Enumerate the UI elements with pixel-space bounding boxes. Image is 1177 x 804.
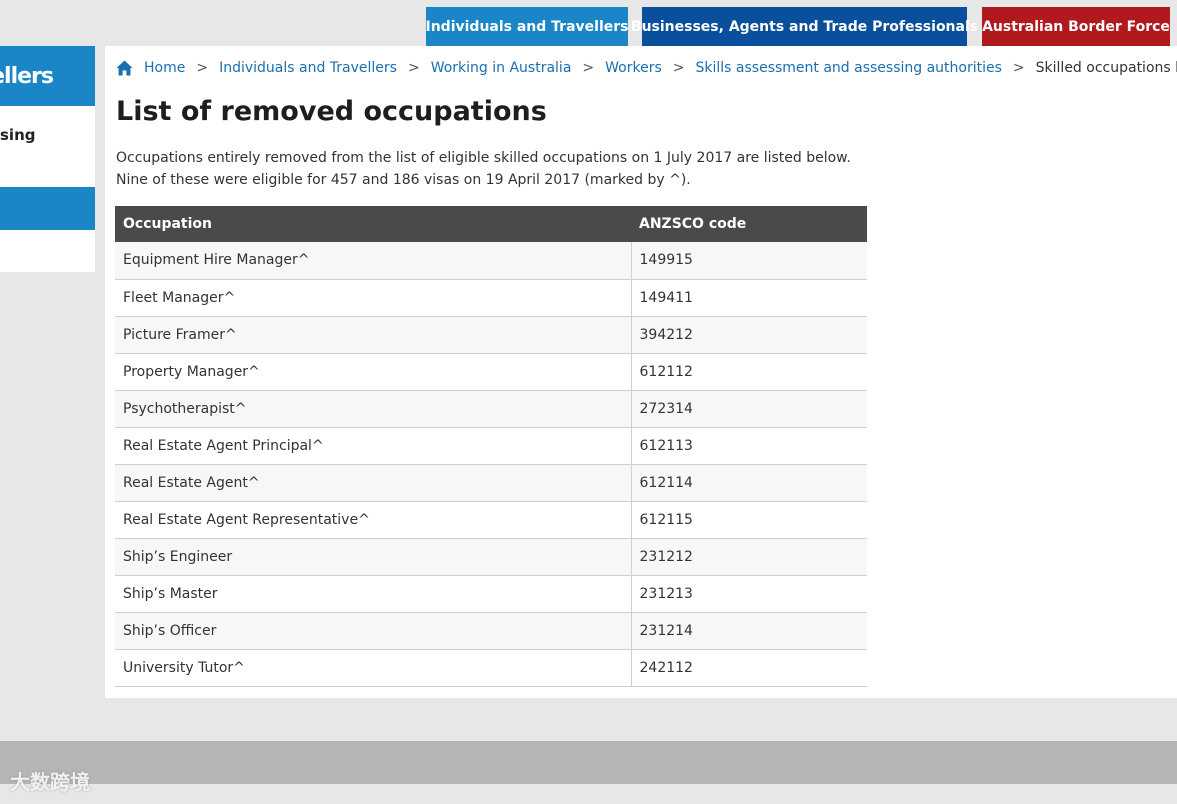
intro-paragraph: Occupations entirely removed from the li… <box>116 150 851 188</box>
occupation-cell: Ship’s Officer <box>115 612 632 650</box>
breadcrumb-separator: > <box>672 60 685 76</box>
occupation-cell: Real Estate Agent Principal^ <box>115 427 632 465</box>
top-navigation: Individuals and Travellers Businesses, A… <box>0 7 1177 46</box>
column-header-anzsco-code: ANZSCO code <box>631 206 867 242</box>
occupation-cell: Real Estate Agent^ <box>115 464 632 502</box>
footer-band <box>0 741 1177 784</box>
tab-businesses-agents-trade[interactable]: Businesses, Agents and Trade Professiona… <box>631 7 978 46</box>
occupations-table: Occupation ANZSCO code Equipment Hire Ma… <box>115 206 867 687</box>
breadcrumb-separator: > <box>582 60 595 76</box>
table-row: Ship’s Officer 231214 <box>115 612 867 650</box>
table-row: Property Manager^ 612112 <box>115 353 867 391</box>
tab-individuals-and-travellers[interactable]: Individuals and Travellers <box>426 7 629 46</box>
table-row: Psychotherapist^ 272314 <box>115 390 867 428</box>
anzsco-code-cell: 231212 <box>631 538 867 576</box>
side-navigation-item[interactable]: sing <box>0 126 95 144</box>
table-row: Ship’s Master 231213 <box>115 575 867 613</box>
table-body: Equipment Hire Manager^ 149915 Fleet Manag… <box>115 242 867 687</box>
anzsco-code-cell: 149915 <box>631 242 867 280</box>
occupation-cell: Property Manager^ <box>115 353 632 391</box>
table-row: Real Estate Agent Representative^ 612115 <box>115 501 867 539</box>
table-header-row: Occupation ANZSCO code <box>115 206 867 242</box>
breadcrumb-separator: > <box>407 60 420 76</box>
home-icon[interactable] <box>116 60 133 76</box>
anzsco-code-cell: 231214 <box>631 612 867 650</box>
breadcrumb-skills-assessment[interactable]: Skills assessment and assessing authorit… <box>696 60 1002 76</box>
table-row: University Tutor^ 242112 <box>115 649 867 687</box>
side-navigation-title[interactable]: vellers <box>0 46 95 106</box>
table-row: Real Estate Agent^ 612114 <box>115 464 867 502</box>
main-content: Home > Individuals and Travellers > Work… <box>105 46 1177 698</box>
breadcrumb-separator: > <box>196 60 209 76</box>
occupation-cell: Ship’s Master <box>115 575 632 613</box>
occupation-cell: University Tutor^ <box>115 649 632 687</box>
anzsco-code-cell: 242112 <box>631 649 867 687</box>
tab-australian-border-force[interactable]: Australian Border Force <box>982 7 1170 46</box>
occupation-cell: Real Estate Agent Representative^ <box>115 501 632 539</box>
anzsco-code-cell: 612115 <box>631 501 867 539</box>
watermark-logo: 大数跨境 <box>10 770 90 794</box>
page-title: List of removed occupations <box>116 96 547 127</box>
table-row: Equipment Hire Manager^ 149915 <box>115 242 867 280</box>
occupation-cell: Fleet Manager^ <box>115 279 632 317</box>
column-header-occupation: Occupation <box>115 206 631 242</box>
breadcrumb-individuals-and-travellers[interactable]: Individuals and Travellers <box>219 60 397 76</box>
occupation-cell: Equipment Hire Manager^ <box>115 242 632 280</box>
anzsco-code-cell: 612114 <box>631 464 867 502</box>
anzsco-code-cell: 612112 <box>631 353 867 391</box>
breadcrumb-home[interactable]: Home <box>144 60 185 76</box>
anzsco-code-cell: 272314 <box>631 390 867 428</box>
anzsco-code-cell: 394212 <box>631 316 867 354</box>
table-row: Fleet Manager^ 149411 <box>115 279 867 317</box>
occupation-cell: Ship’s Engineer <box>115 538 632 576</box>
breadcrumb: Home > Individuals and Travellers > Work… <box>116 58 1177 78</box>
footer-bottom <box>0 784 1177 804</box>
occupation-cell: Picture Framer^ <box>115 316 632 354</box>
anzsco-code-cell: 612113 <box>631 427 867 465</box>
table-row: Real Estate Agent Principal^ 612113 <box>115 427 867 465</box>
table-row: Picture Framer^ 394212 <box>115 316 867 354</box>
breadcrumb-separator: > <box>1012 60 1025 76</box>
anzsco-code-cell: 231213 <box>631 575 867 613</box>
side-navigation: vellers sing <box>0 46 95 272</box>
breadcrumb-workers[interactable]: Workers <box>605 60 662 76</box>
breadcrumb-working-in-australia[interactable]: Working in Australia <box>431 60 572 76</box>
side-navigation-active-item[interactable] <box>0 187 95 230</box>
anzsco-code-cell: 149411 <box>631 279 867 317</box>
table-row: Ship’s Engineer 231212 <box>115 538 867 576</box>
breadcrumb-current: Skilled occupations lists <box>1035 60 1177 76</box>
occupation-cell: Psychotherapist^ <box>115 390 632 428</box>
